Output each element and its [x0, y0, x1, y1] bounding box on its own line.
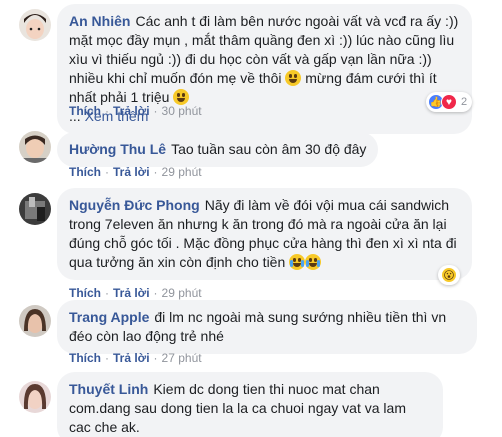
- avatar[interactable]: [19, 9, 51, 41]
- comment-bubble: Hường Thu Lê Tao tuần sau còn âm 30 độ đâ…: [57, 132, 379, 167]
- reaction-summary[interactable]: 😮: [438, 265, 460, 285]
- comment-bubble: Trang Apple đi lm nc ngoài mà sung sướng …: [57, 300, 477, 354]
- reply-link[interactable]: Trả lời: [113, 351, 150, 365]
- comment-time[interactable]: 30 phút: [162, 104, 202, 118]
- comment-actions: Thích · Trả lời · 29 phút: [69, 165, 202, 179]
- comment-actions: Thích · Trả lời · 27 phút: [69, 351, 202, 365]
- laugh-cry-emoji-icon: [289, 254, 306, 270]
- commenter-name[interactable]: Thuyết Linh: [69, 381, 148, 397]
- like-link[interactable]: Thích: [69, 104, 101, 118]
- commenter-name[interactable]: An Nhiên: [69, 13, 130, 29]
- comment-time[interactable]: 27 phút: [162, 351, 202, 365]
- comment-actions: Thích · Trả lời · 29 phút: [69, 286, 202, 300]
- like-link[interactable]: Thích: [69, 286, 101, 300]
- comment-actions: Thích · Trả lời · 30 phút: [69, 104, 202, 118]
- avatar[interactable]: [19, 381, 51, 413]
- laugh-cry-emoji-icon: [305, 254, 322, 270]
- reaction-summary[interactable]: 👍 ♥ 2: [426, 92, 473, 112]
- comment-bubble: Thuyết Linh Kiem dc dong tien thi nuoc ma…: [57, 372, 443, 437]
- commenter-name[interactable]: Nguyễn Đức Phong: [69, 197, 200, 213]
- reaction-count: 2: [461, 96, 468, 108]
- comment-time[interactable]: 29 phút: [162, 165, 202, 179]
- like-link[interactable]: Thích: [69, 165, 101, 179]
- smile-emoji-icon: [285, 70, 302, 86]
- heart-reaction-icon: ♥: [441, 94, 457, 110]
- reply-link[interactable]: Trả lời: [113, 165, 150, 179]
- reply-link[interactable]: Trả lời: [113, 104, 150, 118]
- comment-text: Tao tuần sau còn âm 30 độ đây: [171, 141, 367, 157]
- comment-time[interactable]: 29 phút: [162, 286, 202, 300]
- like-link[interactable]: Thích: [69, 351, 101, 365]
- wow-reaction-icon: 😮: [441, 267, 457, 283]
- comment-bubble: Nguyễn Đức Phong Nãy đi làm về đói vội mu…: [57, 188, 472, 280]
- avatar[interactable]: [19, 193, 51, 225]
- commenter-name[interactable]: Hường Thu Lê: [69, 141, 166, 157]
- commenter-name[interactable]: Trang Apple: [69, 309, 149, 325]
- avatar[interactable]: [19, 305, 51, 337]
- reply-link[interactable]: Trả lời: [113, 286, 150, 300]
- avatar[interactable]: [19, 131, 51, 163]
